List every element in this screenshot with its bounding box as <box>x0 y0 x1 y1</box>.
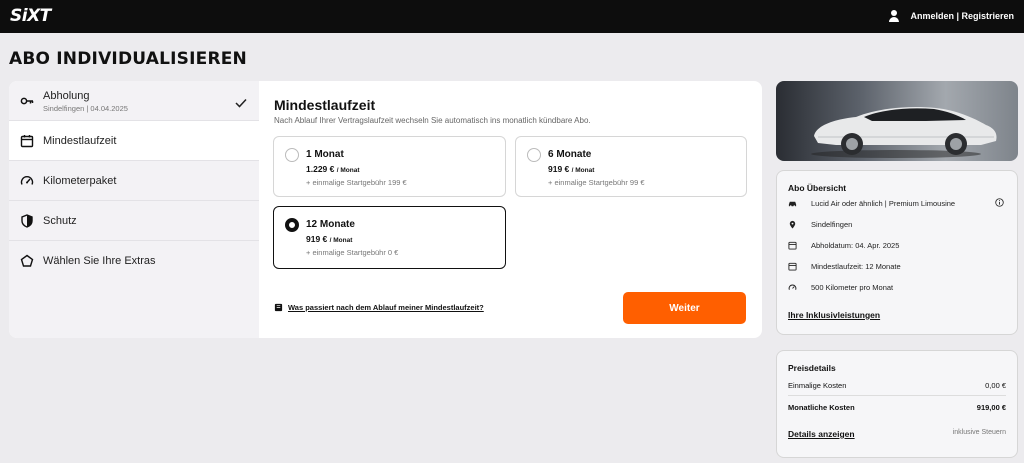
speedometer-icon <box>788 284 797 290</box>
step-label: Abholung <box>43 90 90 102</box>
configuration-card: Abholung Sindelfingen | 04.04.2025 Minde… <box>9 81 762 338</box>
login-register-link[interactable]: Anmelden | Registrieren <box>910 11 1014 21</box>
option-title: 1 Monat <box>306 149 344 160</box>
summary-row-min-duration: Mindestlaufzeit: 12 Monate <box>788 262 901 271</box>
radio-button[interactable] <box>285 218 299 232</box>
calendar-icon <box>788 262 797 271</box>
option-price: 919 € / Monat <box>548 164 595 174</box>
step-mindestlaufzeit[interactable]: Mindestlaufzeit <box>9 121 259 161</box>
summary-row-kilometers: 500 Kilometer pro Monat <box>788 283 893 292</box>
shield-icon <box>20 214 34 228</box>
step-label: Wählen Sie Ihre Extras <box>43 255 156 267</box>
section-title: Mindestlaufzeit <box>274 97 376 113</box>
page-title: ABO INDIVIDUALISIEREN <box>9 49 247 69</box>
radio-button[interactable] <box>527 148 541 162</box>
top-navigation-bar: SiXT Anmelden | Registrieren <box>0 0 1024 33</box>
option-fee: + einmalige Startgebühr 0 € <box>306 248 399 257</box>
price-details: Preisdetails Einmalige Kosten 0,00 € Mona… <box>776 350 1018 458</box>
step-label: Schutz <box>43 215 77 227</box>
details-link[interactable]: Details anzeigen <box>788 429 855 439</box>
speedometer-icon <box>20 174 34 188</box>
price-row-one-time: Einmalige Kosten 0,00 € <box>788 381 1006 390</box>
summary-title: Abo Übersicht <box>788 183 847 193</box>
option-1-monat[interactable]: 1 Monat 1.229 € / Monat + einmalige Star… <box>273 136 506 197</box>
car-image <box>776 81 1018 161</box>
user-icon[interactable] <box>888 10 900 22</box>
step-sublabel: Sindelfingen | 04.04.2025 <box>43 104 128 113</box>
account-area[interactable]: Anmelden | Registrieren <box>888 10 1014 22</box>
faq-link[interactable]: Was passiert nach dem Ablauf meiner Mind… <box>274 303 484 312</box>
tax-note: inklusive Steuern <box>952 429 1006 436</box>
pentagon-icon <box>20 254 34 268</box>
summary-row-pickup-date: Abholdatum: 04. Apr. 2025 <box>788 241 899 250</box>
calendar-icon <box>20 134 34 148</box>
key-icon <box>20 94 34 108</box>
summary-row-location: Sindelfingen <box>788 220 852 229</box>
inclusions-link[interactable]: Ihre Inklusivleistungen <box>788 310 880 320</box>
step-sidebar: Abholung Sindelfingen | 04.04.2025 Minde… <box>9 81 259 338</box>
option-fee: + einmalige Startgebühr 99 € <box>548 178 645 187</box>
option-12-monate[interactable]: 12 Monate 919 € / Monat + einmalige Star… <box>273 206 506 269</box>
option-fee: + einmalige Startgebühr 199 € <box>306 178 407 187</box>
car-illustration <box>811 107 997 158</box>
option-title: 12 Monate <box>306 219 355 230</box>
option-6-monate[interactable]: 6 Monate 919 € / Monat + einmalige Start… <box>515 136 747 197</box>
radio-button[interactable] <box>285 148 299 162</box>
checkmark-icon <box>235 95 247 113</box>
option-price: 919 € / Monat <box>306 234 353 244</box>
step-label: Mindestlaufzeit <box>43 135 117 147</box>
section-subtitle: Nach Ablauf Ihrer Vertragslaufzeit wechs… <box>274 116 591 125</box>
step-abholung[interactable]: Abholung Sindelfingen | 04.04.2025 <box>9 81 259 121</box>
price-title: Preisdetails <box>788 363 836 373</box>
price-row-monthly: Monatliche Kosten 919,00 € <box>788 403 1006 412</box>
summary-row-car: Lucid Air oder ähnlich | Premium Limousi… <box>788 199 955 208</box>
continue-button[interactable]: Weiter <box>623 292 746 324</box>
step-kilometerpaket[interactable]: Kilometerpaket <box>9 161 259 201</box>
book-icon <box>274 303 283 312</box>
price-divider <box>788 395 1006 396</box>
info-icon[interactable] <box>995 198 1004 207</box>
step-label: Kilometerpaket <box>43 175 117 187</box>
step-extras[interactable]: Wählen Sie Ihre Extras <box>9 241 259 281</box>
calendar-icon <box>788 241 797 250</box>
subscription-summary: Abo Übersicht Lucid Air oder ähnlich | P… <box>776 170 1018 335</box>
option-title: 6 Monate <box>548 149 592 160</box>
location-pin-icon <box>789 220 796 229</box>
sixt-logo[interactable]: SiXT <box>10 6 51 26</box>
option-price: 1.229 € / Monat <box>306 164 360 174</box>
car-icon <box>788 201 797 208</box>
step-schutz[interactable]: Schutz <box>9 201 259 241</box>
